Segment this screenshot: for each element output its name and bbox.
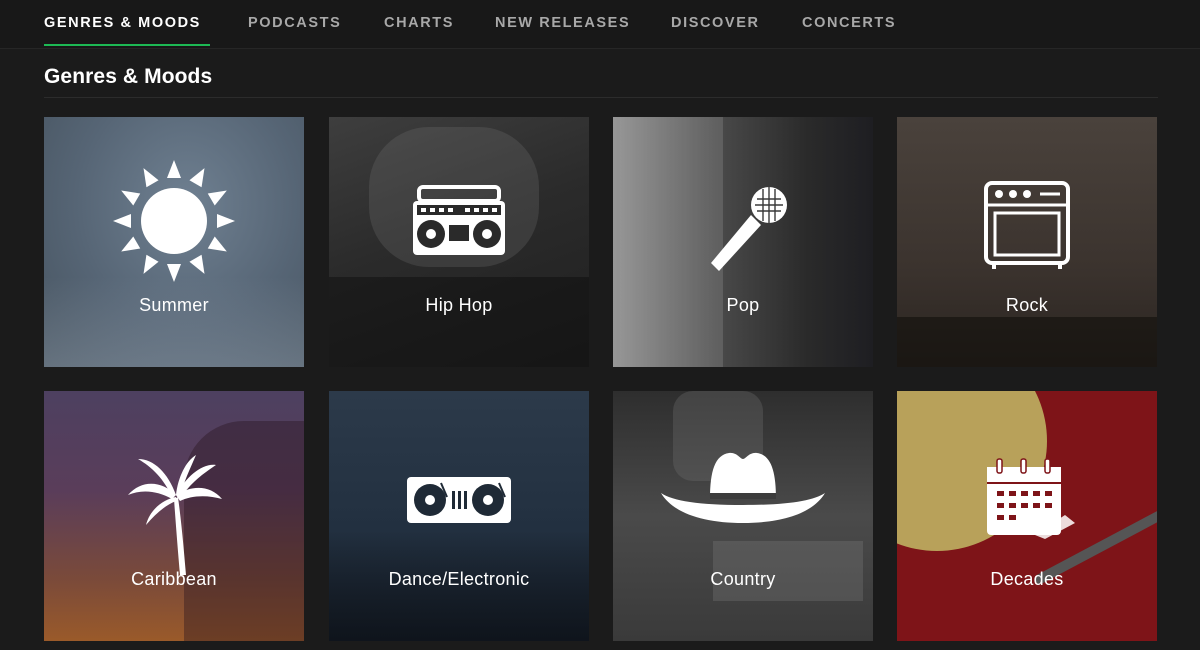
- tab-discover[interactable]: DISCOVER: [671, 15, 760, 31]
- genre-tile-dance-electronic[interactable]: Dance/Electronic: [329, 391, 589, 641]
- genre-tile-rock[interactable]: Rock: [897, 117, 1157, 367]
- boombox-icon: [413, 185, 505, 255]
- genre-tile-country[interactable]: Country: [613, 391, 873, 641]
- tile-label: Country: [710, 569, 776, 589]
- tab-new-releases[interactable]: NEW RELEASES: [495, 15, 630, 31]
- genre-tile-summer[interactable]: Summer: [44, 117, 304, 367]
- amplifier-icon: [984, 181, 1070, 269]
- genre-tile-decades[interactable]: Decades: [897, 391, 1157, 641]
- tile-label: Dance/Electronic: [388, 569, 530, 589]
- cowboy-hat-icon: [661, 452, 825, 523]
- top-navigation: GENRES & MOODS PODCASTS CHARTS NEW RELEA…: [0, 0, 1200, 49]
- tab-genres-moods[interactable]: GENRES & MOODS: [44, 15, 201, 31]
- page-title: Genres & Moods: [44, 65, 213, 88]
- genre-tile-hip-hop[interactable]: Hip Hop: [329, 117, 589, 367]
- tile-label: Summer: [139, 295, 209, 315]
- genre-tile-pop[interactable]: Pop: [613, 117, 873, 367]
- sun-icon: [113, 160, 235, 282]
- turntables-icon: [407, 477, 511, 523]
- palm-tree-icon: [128, 455, 222, 575]
- tile-label: Caribbean: [131, 569, 217, 589]
- microphone-icon: [711, 187, 787, 271]
- tile-label: Decades: [990, 569, 1064, 589]
- active-tab-indicator: [44, 44, 210, 46]
- tile-label: Hip Hop: [425, 295, 493, 315]
- tile-label: Pop: [726, 295, 760, 315]
- genre-tile-caribbean[interactable]: Caribbean: [44, 391, 304, 641]
- tab-charts[interactable]: CHARTS: [384, 15, 454, 31]
- tab-podcasts[interactable]: PODCASTS: [248, 15, 341, 31]
- calendar-icon: [987, 458, 1075, 539]
- tab-concerts[interactable]: CONCERTS: [802, 15, 896, 31]
- title-divider: [44, 97, 1158, 98]
- tile-label: Rock: [1005, 295, 1049, 315]
